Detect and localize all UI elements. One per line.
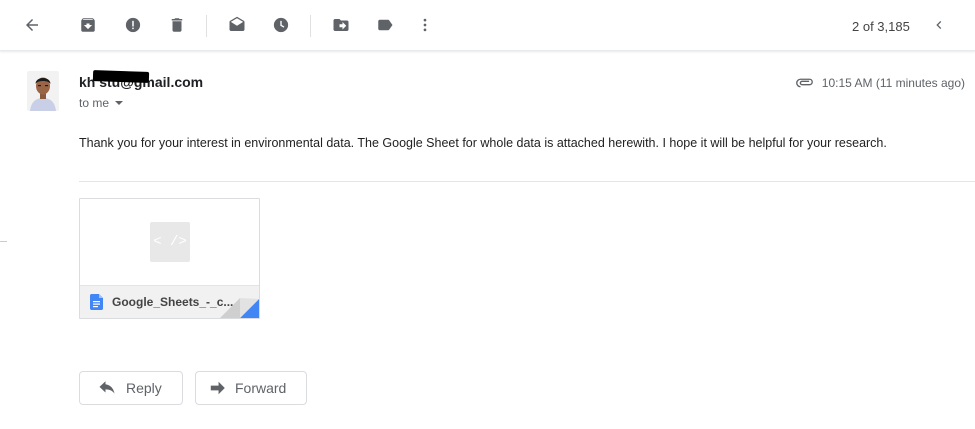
forward-button[interactable]: Forward [195, 371, 307, 405]
reply-icon [98, 381, 116, 395]
message-toolbar: 2 of 3,185 [0, 0, 975, 51]
delete-icon[interactable] [161, 9, 193, 41]
doc-file-icon [90, 294, 103, 310]
redaction-mark [92, 70, 150, 83]
message-timestamp: 10:15 AM (11 minutes ago) [821, 76, 965, 90]
code-file-icon: < /> [150, 222, 190, 262]
message-count: 2 of 3,185 [852, 19, 910, 34]
labels-icon[interactable] [369, 9, 401, 41]
attachment-card[interactable]: < /> Google_Sheets_-_c... [79, 198, 260, 319]
reply-label: Reply [126, 380, 162, 396]
edge-mark [0, 241, 7, 242]
toolbar-divider [206, 15, 207, 37]
mark-unread-icon[interactable] [221, 9, 253, 41]
move-to-icon[interactable] [325, 9, 357, 41]
attachments-divider [79, 181, 975, 182]
attachment-icon [795, 78, 814, 88]
toolbar-divider [310, 15, 311, 37]
page-corner-icon [220, 298, 259, 318]
report-spam-icon[interactable] [117, 9, 149, 41]
recipient-details[interactable]: to me [79, 96, 124, 110]
recipient-label: to me [79, 96, 110, 110]
archive-icon[interactable] [72, 9, 104, 41]
more-vert-icon[interactable] [409, 9, 441, 41]
thumbnail-glyph: < /> [153, 234, 187, 250]
message-body: Thank you for your interest in environme… [79, 136, 887, 150]
reply-button[interactable]: Reply [79, 371, 183, 405]
sender-avatar[interactable] [27, 71, 59, 111]
snooze-icon[interactable] [265, 9, 297, 41]
back-icon[interactable] [16, 9, 48, 41]
prev-icon[interactable] [923, 9, 955, 41]
caret-down-icon[interactable] [115, 101, 124, 105]
forward-label: Forward [235, 380, 287, 396]
forward-icon [209, 381, 225, 395]
attachment-filename: Google_Sheets_-_c... [112, 295, 234, 309]
message-meta: 10:15 AM (11 minutes ago) [795, 76, 965, 90]
